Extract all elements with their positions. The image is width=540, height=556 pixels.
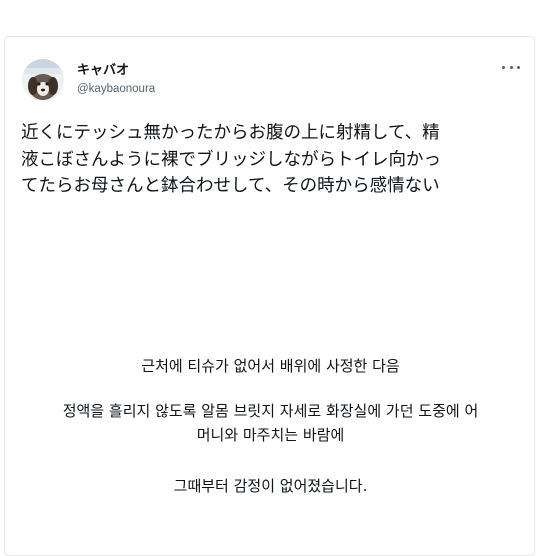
tweet-header: キャバオ @kaybaonoura: [22, 59, 522, 105]
tweet-text-line: てたらお母さんと鉢合わせして、その時から感情ない: [21, 176, 440, 196]
tweet-card: キャバオ @kaybaonoura 近くにテッシュ無かったからお腹の上に射精して…: [4, 36, 535, 556]
tweet-text-line: 近くにテッシュ無かったからお腹の上に射精して、精: [21, 123, 440, 143]
avatar[interactable]: [22, 59, 64, 101]
avatar-dog-image: [22, 59, 64, 101]
author-handle[interactable]: @kaybaonoura: [77, 81, 155, 97]
translation-line-3: 그때부터 감정이 없어졌습니다.: [173, 477, 368, 495]
more-horizontal-icon[interactable]: [502, 61, 520, 73]
translation-line-2b: 머니와 마주치는 바람에: [196, 426, 345, 444]
translation-line-1: 근처에 티슈가 없어서 배위에 사정한 다음: [141, 357, 400, 375]
translation-line-2: 정액을 흘리지 않도록 알몸 브릿지 자세로 화장실에 가던 도중에 어 머니와…: [5, 399, 536, 447]
tweet-text-line: 液こぼさんように裸でブリッジしながらトイレ向かっ: [21, 149, 441, 170]
author-info: キャバオ @kaybaonoura: [77, 62, 155, 97]
translation-line-2a: 정액을 흘리지 않도록 알몸 브릿지 자세로 화장실에 가던 도중에 어: [62, 402, 479, 420]
author-display-name[interactable]: キャバオ: [77, 62, 155, 79]
tweet-text: 近くにテッシュ無かったからお腹の上に射精して、精 液こぼさんように裸でブリッジし…: [21, 120, 526, 200]
